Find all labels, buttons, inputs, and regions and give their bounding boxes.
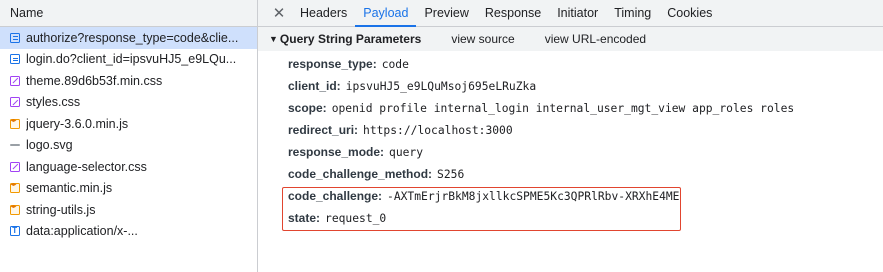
query-param-row: client_id: ipsvuHJ5_e9LQuMsoj695eLRuZka [288,75,883,97]
close-icon[interactable]: ✕ [266,0,292,26]
param-key: scope: [288,101,327,115]
image-icon [10,144,20,147]
request-row[interactable]: data:application/x-... [0,221,257,243]
request-rows: authorize?response_type=code&clie...logi… [0,27,257,242]
request-details-panel: ✕ Headers Payload Preview Response Initiator… [258,0,883,272]
query-parameters-list: response_type: code client_id: ipsvuHJ5_e9L… [258,51,883,229]
request-name: login.do?client_id=ipsvuHJ5_e9LQu... [26,52,237,67]
query-param-row: code_challenge_method: S256 [288,163,883,185]
request-row[interactable]: jquery-3.6.0.min.js [0,113,257,135]
query-param-row: code_challenge: -AXTmErjrBkM8jxllkcSPME5K… [288,185,883,207]
request-name: language-selector.css [26,159,147,174]
tab-cookies[interactable]: Cookies [659,0,720,26]
param-key: client_id: [288,79,341,93]
query-param-row: response_type: code [288,53,883,75]
request-row[interactable]: styles.css [0,92,257,114]
tab-timing[interactable]: Timing [606,0,659,26]
collapse-arrow-icon[interactable]: ▼ [269,34,278,44]
script-icon [10,181,20,194]
request-row[interactable]: login.do?client_id=ipsvuHJ5_e9LQu... [0,49,257,71]
request-row[interactable]: logo.svg [0,135,257,157]
param-value[interactable]: -AXTmErjrBkM8jxllkcSPME5Kc3QPRlRbv-XRXhE… [387,190,679,203]
request-name: logo.svg [26,138,73,153]
document-icon [10,32,20,43]
request-row[interactable]: authorize?response_type=code&clie... [0,27,257,49]
view-url-encoded-link[interactable]: view URL-encoded [545,32,646,46]
request-name: string-utils.js [26,202,96,217]
query-string-section-header[interactable]: ▼ Query String Parameters view source vi… [258,27,883,51]
request-name: jquery-3.6.0.min.js [26,116,129,131]
request-name: data:application/x-... [26,224,138,239]
param-key: code_challenge_method: [288,167,433,181]
param-value[interactable]: code [382,58,409,71]
document-icon [10,54,20,65]
script-icon [10,117,20,129]
request-list-panel: Name authorize?response_type=code&clie..… [0,0,258,272]
text-file-icon [10,226,20,237]
script-icon [10,203,20,215]
request-row[interactable]: string-utils.js [0,199,257,221]
request-row[interactable]: semantic.min.js [0,178,257,200]
name-column-header[interactable]: Name [0,0,257,27]
query-param-row: response_mode: query [288,141,883,163]
query-param-row: scope: openid profile internal_login inte… [288,97,883,119]
section-title: Query String Parameters [279,32,422,46]
request-name: styles.css [26,95,81,110]
stylesheet-icon [10,161,20,172]
request-name: theme.89d6b53f.min.css [26,73,163,88]
request-name: semantic.min.js [26,181,113,196]
request-name: authorize?response_type=code&clie... [26,30,239,45]
param-key: code_challenge: [288,189,383,203]
details-tab-bar: ✕ Headers Payload Preview Response Initiator… [258,0,883,27]
param-key: response_mode: [288,145,385,159]
param-key: response_type: [288,57,377,71]
view-source-link[interactable]: view source [451,32,514,46]
request-row[interactable]: theme.89d6b53f.min.css [0,70,257,92]
param-key: state: [288,211,321,225]
tab-payload[interactable]: Payload [355,0,417,27]
param-value[interactable]: request_0 [325,212,386,225]
param-value[interactable]: https://localhost:3000 [363,124,513,137]
query-param-row: state: request_0 [288,207,883,229]
tab-response[interactable]: Response [477,0,549,26]
query-param-row: redirect_uri: https://localhost:3000 [288,119,883,141]
stylesheet-icon [10,97,20,108]
tab-preview[interactable]: Preview [416,0,476,26]
param-value[interactable]: query [389,146,423,159]
tab-list: Headers Payload Preview Response Initiator Ti… [292,0,720,27]
param-value[interactable]: ipsvuHJ5_e9LQuMsoj695eLRuZka [346,80,536,93]
param-key: redirect_uri: [288,123,359,137]
request-row[interactable]: language-selector.css [0,156,257,178]
param-value[interactable]: openid profile internal_login internal_u… [332,102,795,115]
tab-headers[interactable]: Headers [292,0,355,26]
tab-initiator[interactable]: Initiator [549,0,606,26]
stylesheet-icon [10,75,20,86]
param-value[interactable]: S256 [437,168,464,181]
